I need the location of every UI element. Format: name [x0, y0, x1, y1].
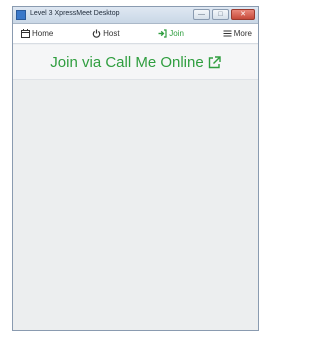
main-content: Join via Call Me Online — [13, 45, 258, 330]
calendar-icon — [21, 29, 30, 38]
nav-item-home[interactable]: Home — [21, 29, 53, 38]
title-bar[interactable]: Level 3 XpressMeet Desktop — □ ✕ — [13, 7, 258, 24]
nav-item-label: Home — [32, 29, 54, 38]
close-button[interactable]: ✕ — [231, 9, 255, 20]
page-title: Join via Call Me Online — [50, 53, 204, 71]
external-link-icon — [208, 55, 221, 68]
app-window: Level 3 XpressMeet Desktop — □ ✕ Home Ho… — [12, 6, 259, 331]
nav-item-join[interactable]: Join — [158, 29, 184, 38]
app-icon — [16, 10, 26, 20]
join-header[interactable]: Join via Call Me Online — [13, 45, 258, 80]
nav-item-label: More — [233, 29, 252, 38]
nav-item-more[interactable]: More — [223, 29, 252, 38]
sign-in-icon — [158, 29, 167, 38]
nav-item-label: Join — [169, 29, 184, 38]
window-controls: — □ ✕ — [193, 9, 255, 20]
nav-item-host[interactable]: Host — [92, 29, 120, 38]
power-icon — [92, 29, 101, 38]
menu-icon — [223, 30, 232, 37]
top-nav: Home Host Join More — [13, 24, 258, 44]
content-body — [13, 80, 258, 330]
nav-item-label: Host — [103, 29, 120, 38]
maximize-button[interactable]: □ — [212, 9, 229, 20]
minimize-button[interactable]: — — [193, 9, 210, 20]
window-title: Level 3 XpressMeet Desktop — [30, 10, 120, 17]
